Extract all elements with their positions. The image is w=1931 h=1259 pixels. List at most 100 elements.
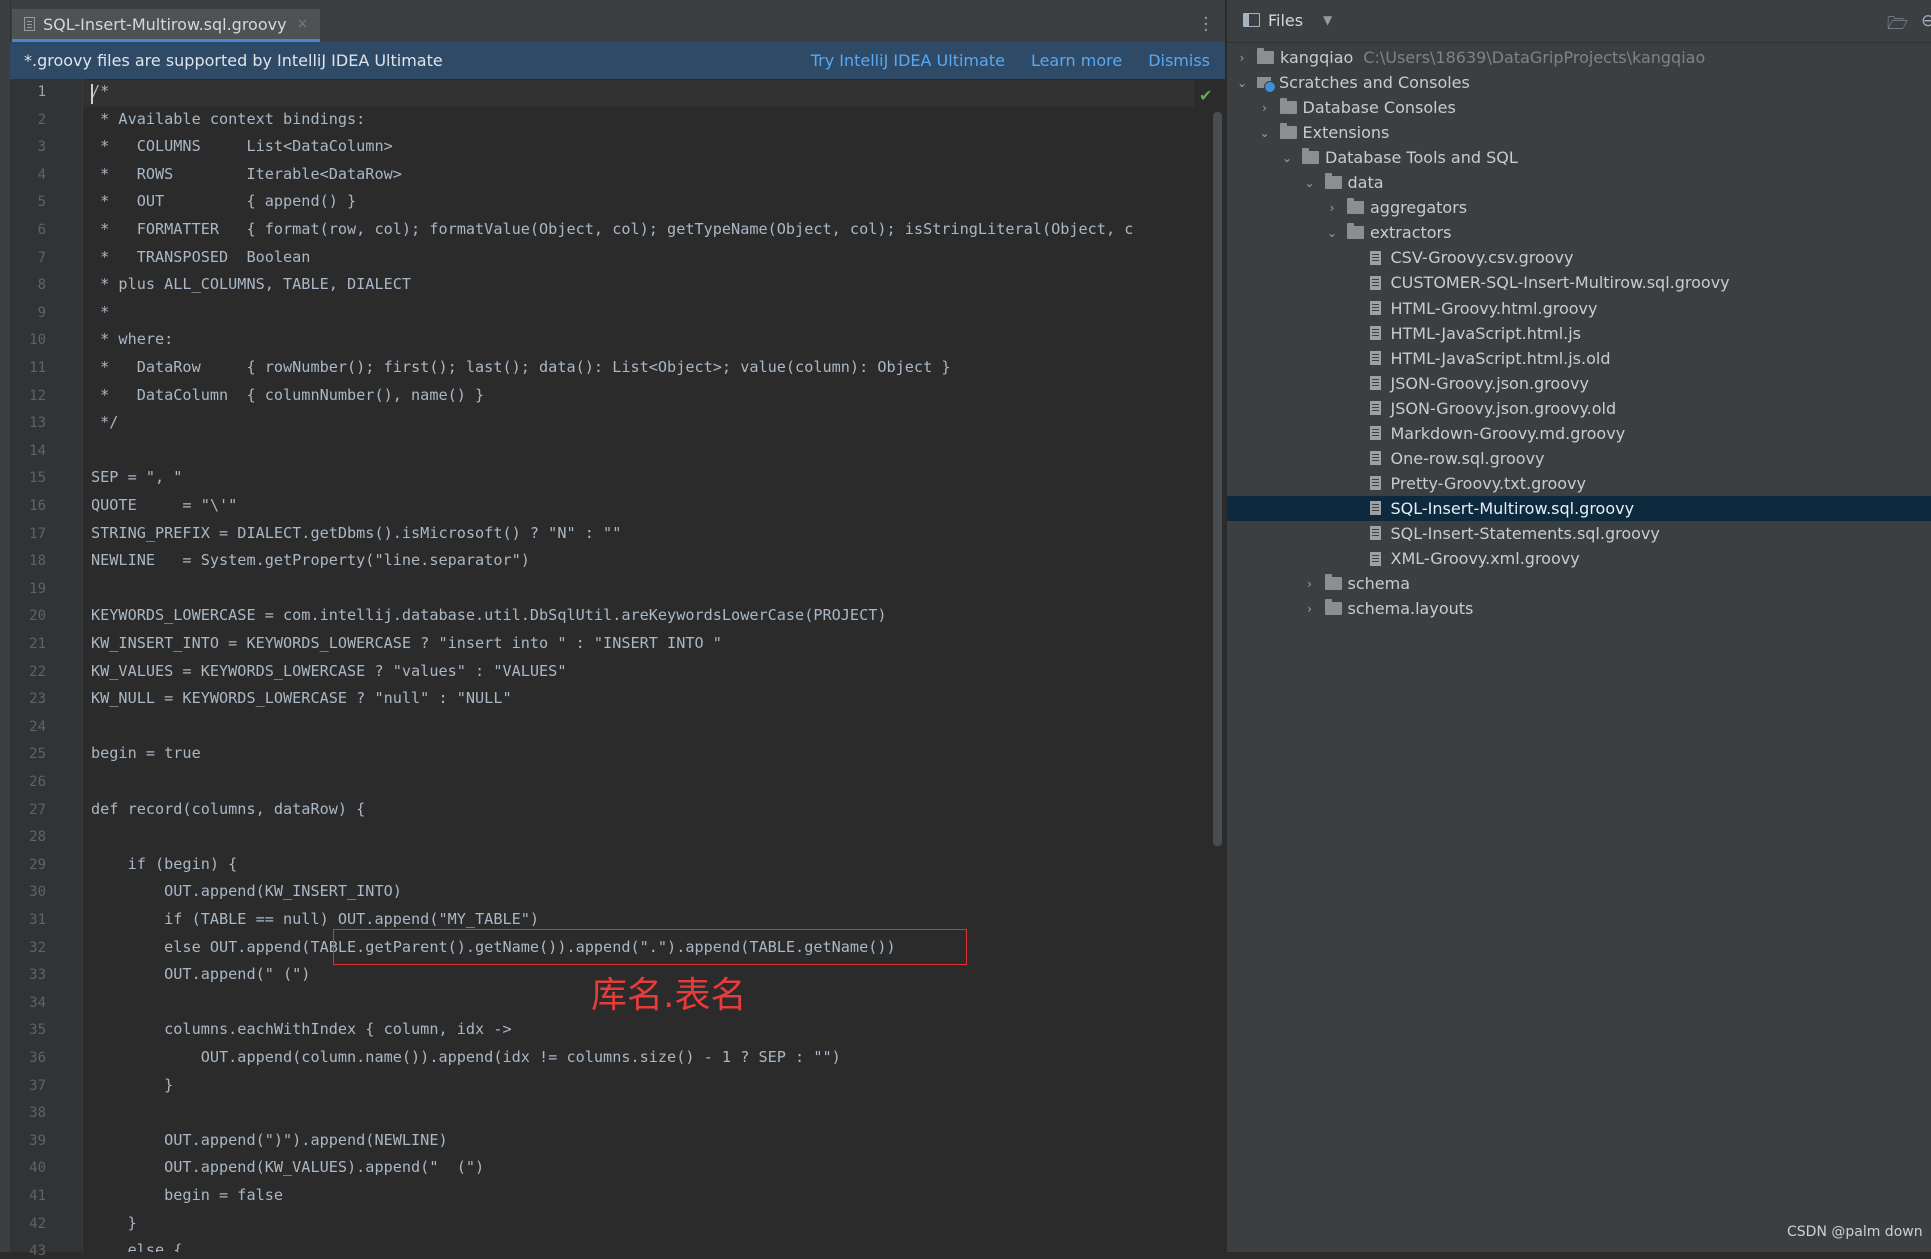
tree-item[interactable]: ⌄ Database Tools and SQL (1227, 145, 1931, 170)
line-number: 29 (29, 856, 46, 873)
chevron-right-icon[interactable]: › (1303, 577, 1317, 591)
view-selector[interactable]: Files (1268, 11, 1303, 30)
dismiss-link[interactable]: Dismiss (1148, 51, 1210, 70)
code-line: * DataRow { rowNumber(); first(); last()… (91, 358, 951, 376)
tree-item[interactable]: › aggregators (1227, 195, 1931, 220)
file-icon (1369, 551, 1381, 566)
tree-item-label: HTML-JavaScript.html.js.old (1390, 348, 1611, 368)
tree-item[interactable]: › Database Consoles (1227, 95, 1931, 120)
tree-item-label: extractors (1370, 223, 1452, 243)
line-number: 28 (29, 829, 46, 846)
line-number: 11 (29, 360, 46, 376)
line-number: 37 (29, 1077, 46, 1094)
try-ultimate-link[interactable]: Try IntelliJ IDEA Ultimate (811, 51, 1005, 70)
vertical-scrollbar[interactable] (1213, 112, 1222, 846)
folder-icon (1279, 123, 1297, 140)
tree-item[interactable]: SQL-Insert-Multirow.sql.groovy (1227, 495, 1931, 521)
line-number: 40 (29, 1160, 46, 1177)
tree-item-label: Extensions (1302, 123, 1390, 143)
code-line: * (91, 302, 110, 321)
tree-item[interactable]: ⌄ data (1227, 170, 1931, 195)
tree-item[interactable]: HTML-JavaScript.html.js.old (1227, 346, 1931, 371)
tree-item[interactable]: JSON-Groovy.json.groovy.old (1227, 396, 1931, 421)
close-icon[interactable]: × (297, 16, 309, 32)
folder-icon (1257, 48, 1274, 64)
folder-icon (1302, 148, 1319, 165)
tree-item[interactable]: CUSTOMER-SQL-Insert-Multirow.sql.groovy (1227, 270, 1931, 295)
chevron-right-icon[interactable]: › (1325, 201, 1339, 215)
editor-pane: SQL-Insert-Multirow.sql.groovy × · · · *.g… (0, 0, 1225, 1259)
chevron-right-icon[interactable]: › (1258, 101, 1272, 115)
folder-open-icon[interactable]: 🗁 (1887, 11, 1908, 40)
chevron-down-icon[interactable]: ⌄ (1258, 126, 1272, 140)
code-line: begin = true (91, 744, 201, 763)
line-number: 3 (37, 139, 46, 156)
line-number: 32 (29, 939, 46, 956)
project-pane: Files ▼ 🗁 ⊖ › kangqiao C:\Users\18639\Data… (1226, 0, 1931, 1252)
folder-icon (1324, 599, 1342, 616)
tree-item[interactable]: JSON-Groovy.json.groovy (1227, 371, 1931, 396)
file-icon (1369, 376, 1381, 391)
code-line: else { (91, 1241, 183, 1252)
chevron-down-icon[interactable]: ⌄ (1235, 76, 1249, 90)
line-number: 27 (29, 801, 46, 818)
chevron-down-icon[interactable]: ▼ (1323, 13, 1332, 27)
tree-item[interactable]: SQL-Insert-Statements.sql.groovy (1227, 521, 1931, 546)
tree-item-label: JSON-Groovy.json.groovy.old (1390, 398, 1617, 418)
project-header: Files ▼ 🗁 ⊖ (1227, 0, 1931, 43)
banner-message: *.groovy files are supported by IntelliJ… (24, 51, 443, 70)
line-number: 43 (29, 1243, 46, 1259)
code-area[interactable]: /* * Available context bindings: * COLUM… (91, 79, 1216, 1252)
tree-item[interactable]: › kangqiao C:\Users\18639\DataGripProjects… (1227, 45, 1931, 70)
folder-icon (1347, 223, 1364, 240)
tree-item[interactable]: Pretty-Groovy.txt.groovy (1227, 471, 1931, 496)
chevron-down-icon[interactable]: ⌄ (1280, 151, 1294, 165)
line-number: 19 (29, 580, 46, 597)
code-line: SEP = ", " (91, 468, 183, 487)
tree-item[interactable]: ⌄ Extensions (1227, 120, 1931, 145)
more-icon[interactable]: ⊖ (1921, 11, 1931, 31)
code-line: * plus ALL_COLUMNS, TABLE, DIALECT (91, 275, 412, 294)
tree-item-label: One-row.sql.groovy (1390, 448, 1545, 468)
tree-item-label: kangqiao (1280, 48, 1354, 67)
tree-item-label: schema (1347, 574, 1411, 594)
line-number: 31 (29, 912, 46, 928)
tree-item-label: Database Tools and SQL (1325, 148, 1518, 168)
line-number: 42 (29, 1215, 46, 1232)
tree-item[interactable]: › schema.layouts (1227, 596, 1931, 621)
tree-item[interactable]: Markdown-Groovy.md.groovy (1227, 421, 1931, 446)
tab-sql-insert-multirow[interactable]: SQL-Insert-Multirow.sql.groovy × (12, 9, 321, 42)
code-line: NEWLINE = System.getProperty("line.separ… (91, 551, 530, 570)
tree-item[interactable]: ⌄ Scratches and Consoles (1227, 70, 1931, 95)
folder-icon (1347, 198, 1364, 215)
code-line: * DataColumn { columnNumber(), name() } (91, 385, 485, 404)
tree-item[interactable]: HTML-Groovy.html.groovy (1227, 296, 1931, 321)
code-line: KW_INSERT_INTO = KEYWORDS_LOWERCASE ? "i… (91, 634, 722, 652)
chevron-right-icon[interactable]: › (1235, 51, 1249, 65)
tree-item[interactable]: HTML-JavaScript.html.js (1227, 321, 1931, 346)
line-number: 5 (37, 194, 46, 211)
code-line: * COLUMNS List<DataColumn> (91, 137, 393, 156)
tree-item[interactable]: › schema (1227, 571, 1931, 596)
line-number: 9 (37, 304, 46, 321)
code-line: columns.eachWithIndex { column, idx -> (91, 1020, 512, 1039)
line-number: 34 (29, 994, 46, 1011)
line-number: 25 (29, 746, 46, 763)
line-number: 24 (29, 718, 46, 735)
line-number: 10 (29, 332, 46, 349)
file-icon (1369, 526, 1381, 541)
chevron-down-icon[interactable]: ⌄ (1325, 226, 1339, 240)
file-icon (1369, 275, 1381, 290)
tree-item[interactable]: CSV-Groovy.csv.groovy (1227, 245, 1931, 270)
tree-item[interactable]: ⌄ extractors (1227, 220, 1931, 245)
tree-item[interactable]: XML-Groovy.xml.groovy (1227, 546, 1931, 571)
chevron-down-icon[interactable]: ⌄ (1303, 176, 1317, 190)
file-icon (1369, 326, 1381, 341)
kebab-icon[interactable]: · · · (1203, 10, 1209, 40)
tree-item[interactable]: One-row.sql.groovy (1227, 446, 1931, 471)
chevron-right-icon[interactable]: › (1303, 602, 1317, 616)
line-number: 39 (29, 1132, 46, 1149)
learn-more-link[interactable]: Learn more (1031, 51, 1122, 70)
line-number: 17 (29, 525, 46, 542)
code-line: OUT.append(KW_VALUES).append(" (") (91, 1158, 485, 1177)
